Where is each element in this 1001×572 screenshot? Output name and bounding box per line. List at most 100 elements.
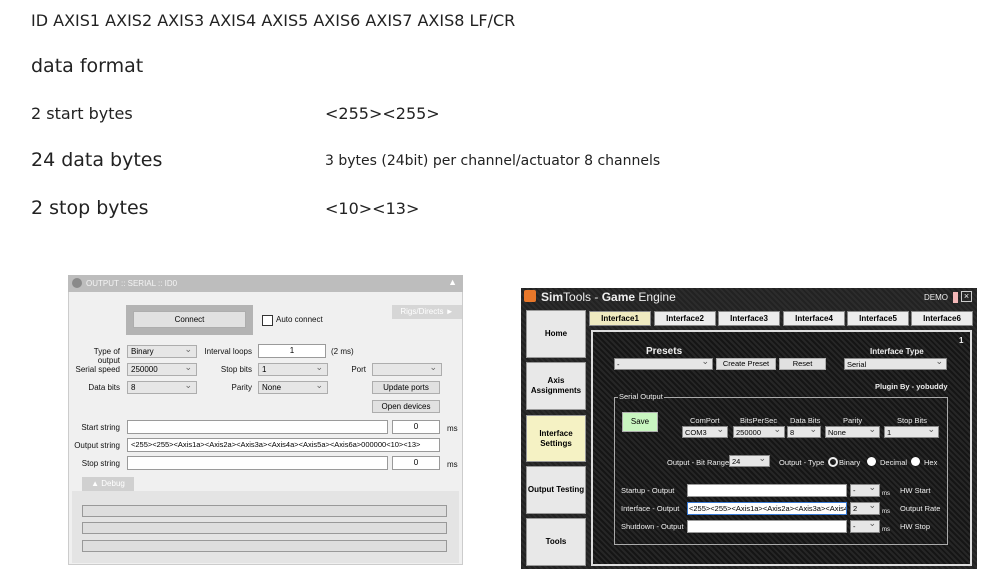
stop-string-input[interactable] <box>127 456 388 470</box>
row-label: 2 stop bytes <box>31 197 149 219</box>
section-title: data format <box>31 55 144 77</box>
create-preset-button[interactable]: Create Preset <box>716 358 776 370</box>
demo-label: DEMO <box>924 293 948 302</box>
interface-output-label: Interface - Output <box>621 504 680 513</box>
output-string-label: Output string <box>74 441 120 450</box>
interface-output-input[interactable]: <255><255><Axis1a><Axis2a><Axis3a><Axis4… <box>687 502 847 515</box>
data-bits-label: Data Bits <box>790 416 821 425</box>
start-string-input[interactable] <box>127 420 388 434</box>
title-part: Engine <box>635 290 676 304</box>
title-part: Sim <box>541 290 564 304</box>
stop-bits-select[interactable]: 1 <box>258 363 328 376</box>
startup-output-input[interactable] <box>687 484 847 497</box>
sidebar-interface-settings[interactable]: Interface Settings <box>526 415 586 462</box>
comport-label: ComPort <box>690 416 720 425</box>
debug-bar <box>82 505 447 517</box>
preset-select[interactable]: - <box>614 358 713 370</box>
output-rate-label: Output Rate <box>900 504 941 513</box>
hw-start-label: HW Start <box>900 486 931 495</box>
collapse-icon[interactable]: ▲ <box>448 277 457 287</box>
tab-interface1[interactable]: Interface1 <box>589 311 651 326</box>
update-ports-button[interactable]: Update ports <box>372 381 440 394</box>
interval-loops-label: Interval loops <box>204 347 252 356</box>
hex-radio[interactable] <box>911 457 920 466</box>
comport-select[interactable]: COM3 <box>682 426 728 438</box>
reset-button[interactable]: Reset <box>779 358 826 370</box>
hw-stop-label: HW Stop <box>900 522 931 531</box>
bit-range-label: Output - Bit Range <box>667 458 730 467</box>
tab-interface4[interactable]: Interface4 <box>783 311 845 326</box>
close-button[interactable]: × <box>961 291 972 302</box>
tab-interface3[interactable]: Interface3 <box>718 311 780 326</box>
data-bits-label: Data bits <box>88 383 120 392</box>
interface-type-select[interactable]: Serial <box>844 358 947 370</box>
start-ms-stepper[interactable]: 0 <box>392 420 440 434</box>
data-bits-select[interactable]: 8 <box>127 381 197 394</box>
debug-bar <box>82 522 447 534</box>
row-label: 24 data bytes <box>31 149 163 171</box>
output-rate-select[interactable]: 2 <box>850 502 880 515</box>
window-title: SimTools - Game Engine <box>541 290 676 304</box>
type-of-output-select[interactable]: Binary <box>127 345 197 358</box>
row-value: <10><13> <box>325 199 420 218</box>
shutdown-output-input[interactable] <box>687 520 847 533</box>
window-titlebar: OUTPUT :: SERIAL :: ID0 ▲ <box>68 275 463 292</box>
sidebar-home[interactable]: Home <box>526 310 586 358</box>
startup-ms-select[interactable]: - <box>850 484 880 497</box>
tab-interface2[interactable]: Interface2 <box>654 311 716 326</box>
sidebar-tools[interactable]: Tools <box>526 518 586 566</box>
debug-tab[interactable]: ▲ Debug <box>82 477 134 491</box>
type-of-output-label: Type of output <box>93 347 120 365</box>
debug-bar <box>82 540 447 552</box>
connect-button[interactable]: Connect <box>133 311 246 328</box>
stop-bits-select[interactable]: 1 <box>884 426 939 438</box>
output-string-input[interactable]: <255><255><Axis1a><Axis2a><Axis3a><Axis4… <box>127 438 440 452</box>
decimal-label: Decimal <box>880 458 908 467</box>
decimal-radio[interactable] <box>867 457 876 466</box>
serial-output-legend: Serial Output <box>618 392 664 401</box>
sidebar-output-testing[interactable]: Output Testing <box>526 466 586 514</box>
row-value: <255><255> <box>325 104 440 123</box>
start-string-label: Start string <box>81 423 120 432</box>
title-part: Tools - <box>563 290 602 304</box>
interval-loops-stepper[interactable]: 1 <box>258 344 326 358</box>
title-part: Game <box>601 290 636 304</box>
hex-label: Hex <box>924 458 938 467</box>
output-type-label: Output - Type <box>779 458 825 467</box>
parity-label: Parity <box>843 416 863 425</box>
ms-label: ms <box>447 460 458 469</box>
tab-interface5[interactable]: Interface5 <box>847 311 909 326</box>
status-indicator <box>953 292 958 303</box>
auto-connect-checkbox[interactable] <box>262 315 273 326</box>
format-header: ID AXIS1 AXIS2 AXIS3 AXIS4 AXIS5 AXIS6 A… <box>31 11 516 30</box>
open-devices-button[interactable]: Open devices <box>372 400 440 413</box>
binary-radio[interactable] <box>828 457 838 467</box>
port-select[interactable] <box>372 363 442 376</box>
plugin-author: Plugin By - yobuddy <box>875 382 948 391</box>
parity-label: Parity <box>231 383 252 392</box>
shutdown-output-label: Shutdown - Output <box>621 522 684 531</box>
stop-bits-label: Stop bits <box>220 365 252 374</box>
interface-type-label: Interface Type <box>870 347 924 356</box>
bits-per-sec-select[interactable]: 250000 <box>733 426 785 438</box>
ms-label: ms <box>882 509 890 515</box>
app-icon <box>72 278 82 288</box>
save-button[interactable]: Save <box>622 412 658 432</box>
presets-label: Presets <box>646 346 683 357</box>
parity-select[interactable]: None <box>258 381 328 394</box>
shutdown-ms-select[interactable]: - <box>850 520 880 533</box>
tab-interface6[interactable]: Interface6 <box>911 311 973 326</box>
ms-label: ms <box>447 424 458 433</box>
serial-speed-select[interactable]: 250000 <box>127 363 197 376</box>
window-title: OUTPUT :: SERIAL :: ID0 <box>86 279 178 288</box>
port-label: Port <box>351 365 366 374</box>
rigs-directs-button[interactable]: Rigs/Directs ► <box>392 305 462 319</box>
stop-ms-stepper[interactable]: 0 <box>392 456 440 470</box>
parity-select[interactable]: None <box>825 426 880 438</box>
row-label: 2 start bytes <box>31 104 133 123</box>
bit-range-select[interactable]: 24 <box>729 455 770 467</box>
ms-label: ms <box>882 527 890 533</box>
sidebar-axis-assignments[interactable]: Axis Assignments <box>526 362 586 410</box>
data-bits-select[interactable]: 8 <box>787 426 821 438</box>
ms-label: ms <box>882 491 890 497</box>
